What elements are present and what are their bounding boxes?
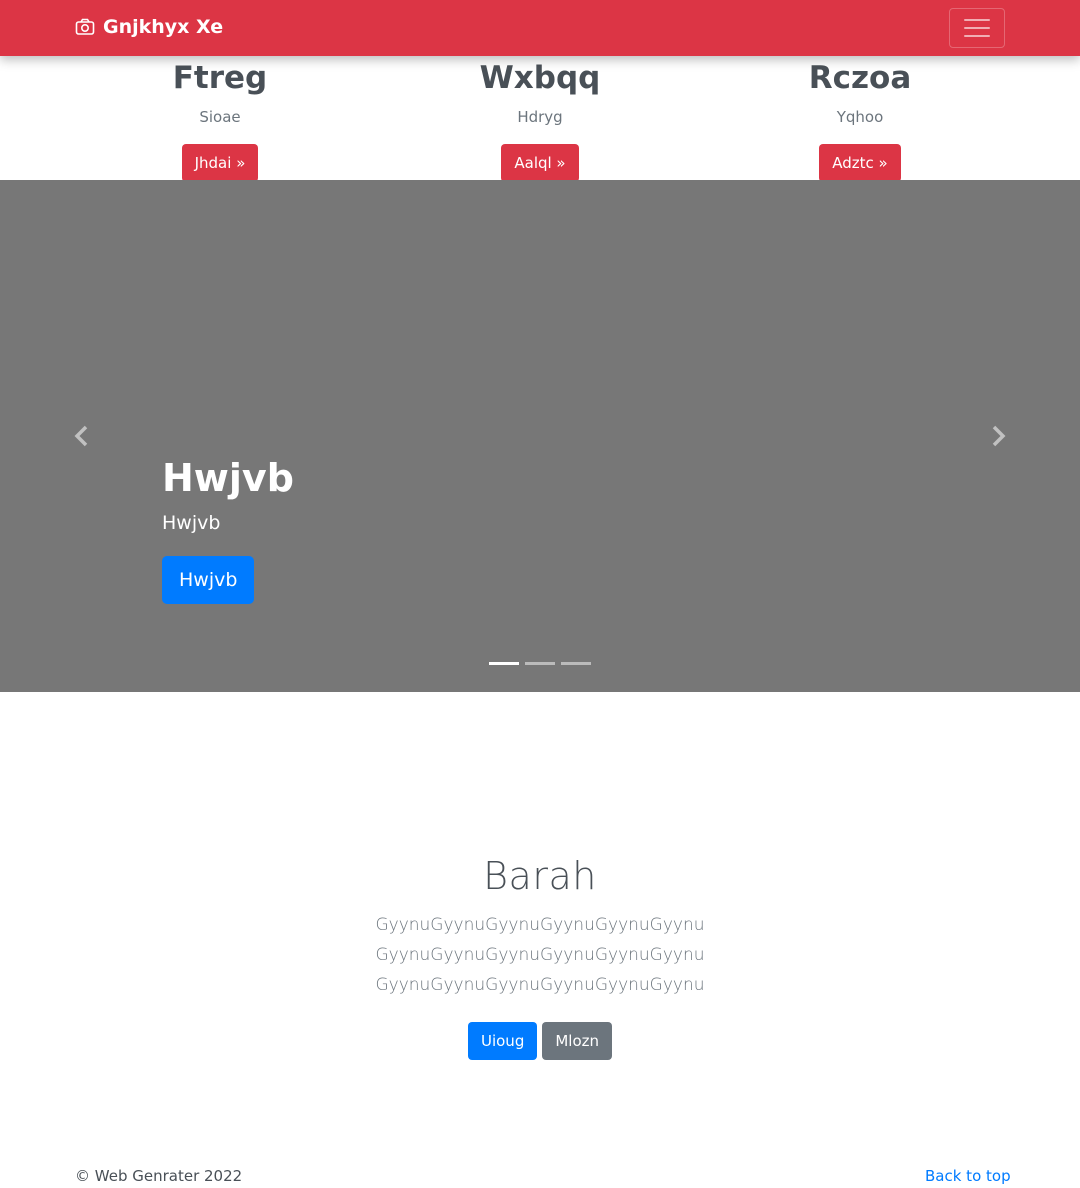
feature-subtitle: Yqhoo bbox=[836, 108, 884, 126]
section-title: Barah bbox=[483, 854, 597, 898]
feature-subtitle: Sioae bbox=[199, 108, 241, 126]
section-lead: GyynuGyynuGyynuGyynuGyynuGyynu GyynuGyyn… bbox=[340, 910, 740, 1000]
feature-button[interactable]: Adztc » bbox=[819, 144, 901, 182]
navbar-toggler-button[interactable] bbox=[949, 8, 1005, 48]
carousel-caption-title: Hwjvb bbox=[162, 456, 294, 500]
carousel-indicator-3[interactable] bbox=[561, 662, 591, 665]
carousel-indicators bbox=[489, 662, 591, 665]
lead-line: GyynuGyynuGyynuGyynuGyynuGyynu bbox=[375, 945, 705, 965]
feature-column-1: Ftreg Sioae Jhdai » bbox=[70, 56, 370, 182]
lead-line: GyynuGyynuGyynuGyynuGyynuGyynu bbox=[375, 975, 705, 995]
back-to-top-link[interactable]: Back to top bbox=[925, 1167, 1011, 1185]
brand-label: Gnjkhyx Xe bbox=[103, 16, 224, 38]
feature-title: Rczoa bbox=[808, 60, 912, 96]
feature-button[interactable]: Jhdai » bbox=[181, 144, 259, 182]
secondary-button[interactable]: Mlozn bbox=[542, 1022, 613, 1060]
section-buttons: Uioug Mlozn bbox=[0, 1022, 1080, 1060]
feature-column-2: Wxbqq Hdryg Aalql » bbox=[390, 56, 690, 182]
chevron-right-icon bbox=[992, 425, 1006, 447]
lead-line: GyynuGyynuGyynuGyynuGyynuGyynu bbox=[375, 915, 705, 935]
carousel-next-button[interactable] bbox=[986, 424, 1010, 448]
footer-copyright: © Web Genrater 2022 bbox=[75, 1167, 243, 1185]
carousel-indicator-1[interactable] bbox=[489, 662, 519, 665]
primary-button[interactable]: Uioug bbox=[467, 1022, 538, 1060]
navbar-brand[interactable]: Gnjkhyx Xe bbox=[75, 16, 223, 38]
carousel-caption-button[interactable]: Hwjvb bbox=[162, 556, 255, 604]
navbar: Gnjkhyx Xe bbox=[0, 0, 1080, 56]
hamburger-menu-icon bbox=[964, 19, 990, 21]
carousel-prev-button[interactable] bbox=[70, 424, 94, 448]
feature-title: Ftreg bbox=[172, 60, 268, 96]
feature-title: Wxbqq bbox=[479, 60, 601, 96]
feature-column-3: Rczoa Yqhoo Adztc » bbox=[710, 56, 1010, 182]
carousel-indicator-2[interactable] bbox=[525, 662, 555, 665]
hamburger-line bbox=[964, 27, 990, 29]
feature-button[interactable]: Aalql » bbox=[501, 144, 579, 182]
chevron-left-icon bbox=[74, 425, 88, 447]
feature-subtitle: Hdryg bbox=[517, 108, 563, 126]
carousel: Hwjvb Hwjvb Hwjvb bbox=[0, 180, 1080, 692]
camera-icon bbox=[75, 18, 95, 35]
carousel-caption-subtitle: Hwjvb bbox=[162, 512, 221, 534]
hamburger-line bbox=[964, 35, 990, 37]
